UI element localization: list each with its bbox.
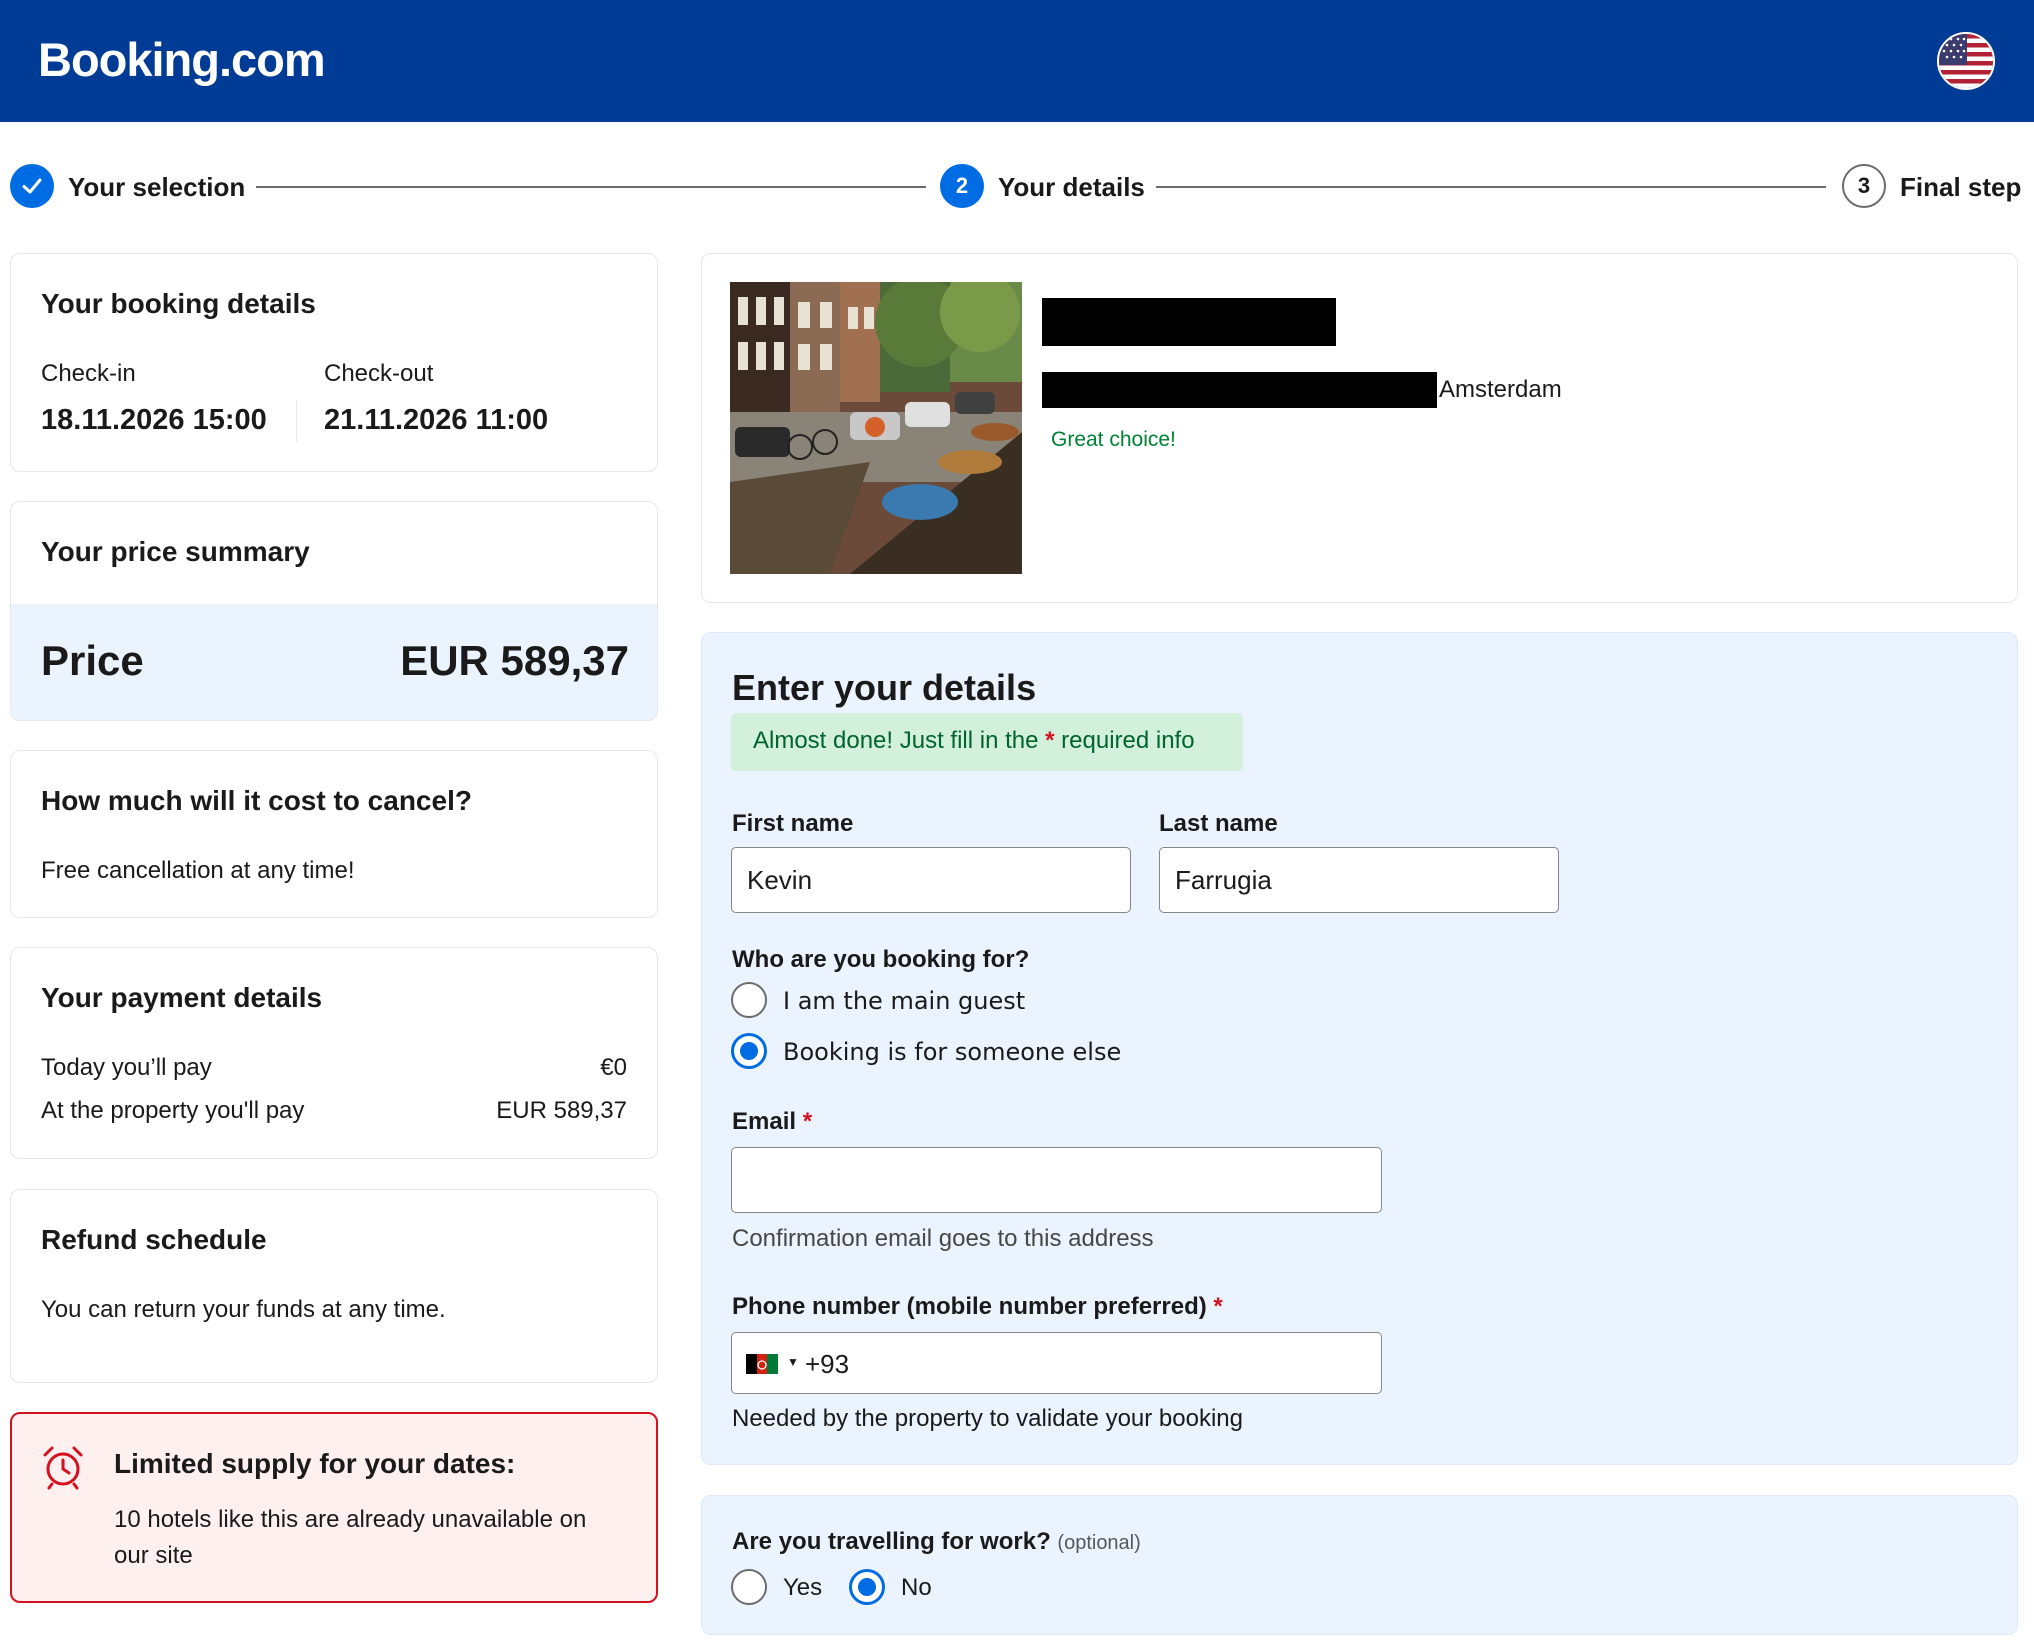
cancel-cost-title: How much will it cost to cancel? [41, 785, 472, 816]
divider [296, 400, 297, 442]
work-no-label[interactable]: No [901, 1574, 932, 1602]
phone-country-code[interactable]: +93 [805, 1349, 849, 1380]
booking-details-title: Your booking details [41, 288, 316, 319]
enter-details-title: Enter your details [732, 667, 1037, 708]
booking-logo[interactable]: Booking.com [38, 32, 326, 87]
someone-else-radio[interactable] [731, 1033, 767, 1069]
property-photo[interactable] [730, 282, 1022, 574]
today-pay-label: Today you’ll pay [41, 1054, 212, 1081]
us-flag-icon[interactable] [1937, 32, 1995, 90]
property-pay-label: At the property you'll pay [41, 1097, 305, 1124]
work-yes-radio[interactable] [731, 1569, 767, 1605]
required-info-notice: Almost done! Just fill in the * required… [731, 713, 1243, 771]
phone-input[interactable]: ▼ +93 [731, 1332, 1382, 1394]
last-name-label: Last name [1159, 810, 1278, 837]
checkout-label: Check-out [324, 360, 434, 387]
enter-details-form: Enter your details Almost done! Just fil… [701, 632, 2018, 1465]
step-connector [256, 186, 926, 188]
property-city: Amsterdam [1439, 376, 1562, 403]
top-header: Booking.com [0, 0, 2034, 122]
step-final-step: Final step [1900, 172, 2022, 202]
email-label: Email * [732, 1108, 813, 1135]
chevron-down-icon[interactable]: ▼ [787, 1355, 799, 1369]
price-label: Price [41, 637, 144, 684]
phone-label: Phone number (mobile number preferred) * [732, 1293, 1223, 1320]
refund-schedule-card: Refund schedule You can return your fund… [10, 1189, 658, 1383]
redacted-address [1042, 372, 1437, 408]
cancel-cost-card: How much will it cost to cancel? Free ca… [10, 750, 658, 918]
refund-schedule-title: Refund schedule [41, 1224, 267, 1255]
email-hint: Confirmation email goes to this address [732, 1225, 1154, 1252]
price-band: Price EUR 589,37 [11, 604, 657, 720]
notice-text: Almost done! Just fill in the [753, 727, 1046, 754]
first-name-label: First name [732, 810, 854, 837]
price-summary-title: Your price summary [41, 536, 310, 567]
first-name-input[interactable] [731, 847, 1131, 913]
work-no-radio[interactable] [849, 1569, 885, 1605]
redacted-property-name [1042, 298, 1336, 346]
email-input[interactable] [731, 1147, 1382, 1213]
limited-supply-line2: our site [114, 1542, 193, 1569]
checkin-label: Check-in [41, 360, 136, 387]
property-card: Amsterdam Great choice! [701, 253, 2018, 603]
price-value: EUR 589,37 [400, 637, 629, 684]
checkin-value: 18.11.2026 15:00 [41, 404, 267, 436]
payment-details-card: Your payment details Today you’ll pay €0… [10, 947, 658, 1159]
afghanistan-flag-icon[interactable] [746, 1352, 778, 1374]
optional-tag: (optional) [1057, 1532, 1141, 1554]
step-connector [1156, 186, 1826, 188]
main-guest-radio[interactable] [731, 982, 767, 1018]
step-2-badge: 2 [940, 164, 984, 208]
refund-text: You can return your funds at any time. [41, 1296, 446, 1323]
limited-supply-line1: 10 hotels like this are already unavaila… [114, 1506, 587, 1533]
required-star: * [802, 1108, 813, 1135]
property-pay-value: EUR 589,37 [496, 1097, 627, 1124]
cancel-text: Free cancellation at any time! [41, 857, 355, 884]
payment-details-title: Your payment details [41, 982, 323, 1013]
work-travel-card: Are you travelling for work? (optional) … [701, 1495, 2018, 1635]
price-summary-card: Your price summary Price EUR 589,37 [10, 501, 658, 721]
main-guest-option-label[interactable]: I am the main guest [783, 987, 1025, 1015]
phone-hint: Needed by the property to validate your … [732, 1405, 1243, 1432]
limited-supply-title: Limited supply for your dates: [114, 1448, 516, 1479]
today-pay-value: €0 [600, 1054, 627, 1081]
notice-text-suffix: required info [1054, 727, 1195, 754]
great-choice-badge: Great choice! [1051, 428, 1176, 451]
progress-stepper: Your selection 2 Your details 3 Final st… [0, 160, 2034, 212]
alarm-clock-icon [40, 1444, 86, 1495]
work-yes-label[interactable]: Yes [783, 1574, 822, 1602]
work-travel-label: Are you travelling for work? (optional) [732, 1528, 1141, 1555]
someone-else-option-label[interactable]: Booking is for someone else [783, 1038, 1121, 1066]
required-star: * [1213, 1293, 1223, 1320]
booking-details-card: Your booking details Check-in 18.11.2026… [10, 253, 658, 472]
checkout-value: 21.11.2026 11:00 [324, 404, 549, 436]
booking-for-label: Who are you booking for? [732, 946, 1030, 973]
limited-supply-alert: Limited supply for your dates: 10 hotels… [10, 1412, 658, 1603]
checkmark-icon [10, 164, 54, 208]
step-your-details: Your details [998, 172, 1145, 202]
last-name-input[interactable] [1159, 847, 1559, 913]
step-3-badge: 3 [1842, 164, 1886, 208]
step-your-selection[interactable]: Your selection [68, 172, 245, 203]
